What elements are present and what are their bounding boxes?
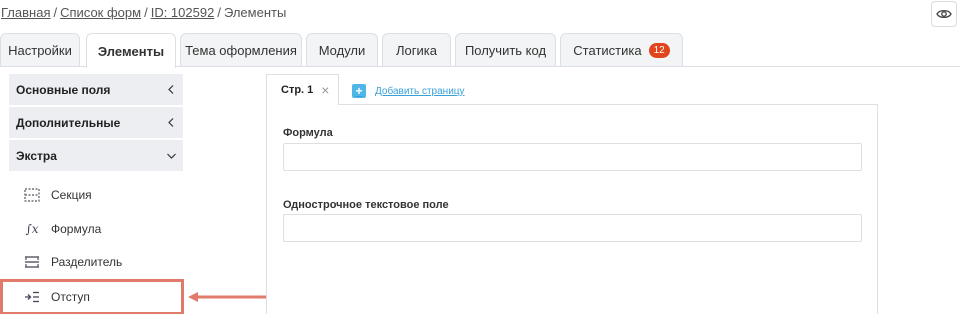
- tab-label: Настройки: [8, 42, 72, 58]
- tab-label: Модули: [318, 42, 366, 58]
- close-icon[interactable]: ×: [321, 82, 329, 98]
- element-label: Секция: [51, 188, 92, 202]
- tab-label: Статистика: [573, 42, 642, 58]
- breadcrumb-forms-link[interactable]: Список форм: [60, 5, 141, 20]
- group-label: Дополнительные: [16, 115, 121, 130]
- tab-label: Элементы: [97, 43, 165, 59]
- text-input-field[interactable]: [283, 214, 862, 242]
- tab-get-code[interactable]: Получить код: [455, 33, 556, 66]
- field-label: Однострочное текстовое поле: [283, 199, 449, 211]
- element-divider[interactable]: Разделитель: [24, 251, 122, 273]
- add-page-label: Добавить страницу: [375, 85, 465, 97]
- preview-button[interactable]: [931, 1, 957, 27]
- tab-elements[interactable]: Элементы: [86, 33, 176, 68]
- eye-icon: [936, 9, 952, 19]
- group-basic-fields[interactable]: Основные поля: [9, 74, 183, 107]
- main-tabs: Настройки Элементы Тема оформления Модул…: [0, 33, 960, 68]
- chevron-down-icon: [166, 151, 176, 161]
- formula-icon: ∫x: [25, 222, 39, 236]
- tab-modules[interactable]: Модули: [306, 33, 378, 66]
- breadcrumb-separator: /: [217, 5, 221, 20]
- elements-sidebar: Основные поля Дополнительные Экстра: [9, 74, 183, 173]
- group-label: Экстра: [16, 148, 57, 163]
- highlight-frame: [0, 279, 184, 314]
- tab-label: Логика: [396, 42, 437, 58]
- breadcrumb-id-link[interactable]: ID: 102592: [151, 5, 215, 20]
- tab-settings[interactable]: Настройки: [0, 33, 80, 66]
- form-canvas: Формула Однострочное текстовое поле: [266, 104, 878, 314]
- breadcrumb-separator: /: [144, 5, 148, 20]
- section-icon: [24, 187, 40, 203]
- breadcrumb-separator: /: [53, 5, 58, 20]
- formula-field[interactable]: [283, 143, 862, 171]
- chevron-left-icon: [166, 118, 176, 128]
- tab-label: Тема оформления: [185, 42, 297, 58]
- group-label: Основные поля: [16, 82, 111, 97]
- page-tab-label: Стр. 1: [281, 84, 314, 96]
- breadcrumb-home-link[interactable]: Главная: [1, 5, 50, 20]
- statistics-badge: 12: [648, 42, 670, 58]
- element-section[interactable]: Секция: [24, 184, 92, 206]
- breadcrumb: Главная / Список форм / ID: 102592/Элементы: [1, 5, 286, 20]
- chevron-left-icon: [166, 85, 176, 95]
- element-label: Разделитель: [51, 255, 123, 269]
- tab-theme[interactable]: Тема оформления: [180, 33, 302, 66]
- tab-logic[interactable]: Логика: [382, 33, 451, 66]
- breadcrumb-current: Элементы: [223, 5, 287, 20]
- divider-icon: [24, 254, 40, 270]
- group-extra[interactable]: Экстра: [9, 140, 183, 173]
- group-additional[interactable]: Дополнительные: [9, 107, 183, 140]
- add-page-button[interactable]: + Добавить страницу: [352, 84, 465, 98]
- tab-label: Получить код: [464, 42, 547, 58]
- tab-statistics[interactable]: Статистика 12: [560, 33, 683, 66]
- plus-icon: +: [352, 84, 366, 98]
- field-label: Формула: [283, 127, 333, 139]
- element-formula[interactable]: ∫x Формула: [24, 218, 101, 240]
- page-tab-1[interactable]: Стр. 1 ×: [266, 74, 339, 105]
- element-label: Формула: [51, 222, 102, 236]
